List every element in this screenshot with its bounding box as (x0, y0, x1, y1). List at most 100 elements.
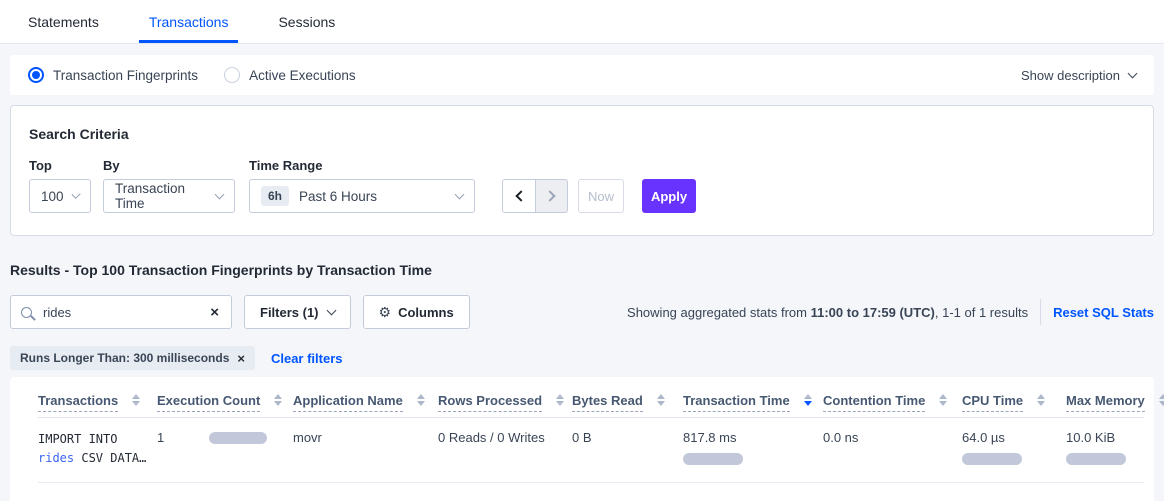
sort-icon (1037, 394, 1045, 406)
radio-active-executions[interactable]: Active Executions (224, 67, 356, 83)
cell-execution-count: 1 (157, 418, 293, 483)
application-name-value: movr (293, 430, 438, 446)
table-row: IMPORT INTO rides CSV DATA… 1 movr 0 Rea… (38, 418, 1144, 483)
radio-unselected-icon (224, 67, 240, 83)
search-box: × (10, 295, 232, 329)
column-header-bytes-read[interactable]: Bytes Read (572, 379, 683, 418)
search-criteria-card: Search Criteria Top 100 By Transaction T… (10, 105, 1154, 236)
results-table: Transactions Execution Count Application… (38, 379, 1144, 483)
clear-filters-link[interactable]: Clear filters (271, 351, 343, 366)
transaction-time-bar (683, 453, 743, 465)
sort-icon (274, 394, 282, 406)
now-button[interactable]: Now (578, 179, 624, 213)
top-tabs-bar: Statements Transactions Sessions (0, 0, 1164, 44)
time-range-value: Past 6 Hours (299, 189, 447, 204)
chevron-right-icon (544, 190, 555, 201)
radio-transaction-fingerprints[interactable]: Transaction Fingerprints (28, 67, 198, 83)
columns-button[interactable]: ⚙ Columns (363, 295, 470, 329)
reset-sql-stats-link[interactable]: Reset SQL Stats (1053, 305, 1154, 320)
chevron-down-icon (326, 305, 336, 315)
table-header-row: Transactions Execution Count Application… (38, 379, 1144, 418)
view-toggle-bar: Transaction Fingerprints Active Executio… (10, 55, 1154, 95)
radio-selected-icon (28, 67, 44, 83)
show-description-toggle[interactable]: Show description (1021, 68, 1136, 83)
chevron-down-icon (1128, 68, 1138, 78)
by-select[interactable]: Transaction Time (103, 179, 235, 213)
remove-filter-icon[interactable]: × (237, 352, 245, 365)
tab-transactions[interactable]: Transactions (139, 0, 239, 43)
chevron-down-icon (71, 189, 81, 199)
cell-contention-time: 0.0 ns (823, 418, 962, 483)
time-back-button[interactable] (503, 180, 535, 212)
chevron-down-icon (215, 189, 225, 199)
execution-count-bar (209, 432, 267, 444)
column-header-transaction-time[interactable]: Transaction Time (683, 379, 823, 418)
sort-icon (556, 394, 564, 406)
bytes-read-value: 0 B (572, 430, 683, 446)
cpu-time-bar (962, 453, 1022, 465)
time-range-field: Time Range 6h Past 6 Hours (249, 158, 475, 213)
column-header-execution-count[interactable]: Execution Count (157, 379, 293, 418)
sort-icon (657, 394, 665, 406)
column-header-max-memory[interactable]: Max Memory (1066, 379, 1144, 418)
contention-time-value: 0.0 ns (823, 430, 962, 446)
chevron-down-icon (455, 189, 465, 199)
aggregated-stats-text: Showing aggregated stats from 11:00 to 1… (627, 305, 1028, 320)
transaction-time-value: 817.8 ms (683, 430, 823, 446)
tab-statements[interactable]: Statements (18, 0, 109, 43)
filters-button[interactable]: Filters (1) (244, 295, 351, 329)
filter-pill-label: Runs Longer Than: 300 milliseconds (20, 351, 229, 365)
vertical-divider (1040, 299, 1041, 325)
max-memory-bar (1066, 453, 1126, 465)
by-label: By (103, 158, 235, 173)
cell-bytes-read: 0 B (572, 418, 683, 483)
column-header-application-name[interactable]: Application Name (293, 379, 438, 418)
time-forward-button[interactable] (535, 180, 567, 212)
results-title: Results - Top 100 Transaction Fingerprin… (10, 262, 1154, 278)
gear-icon: ⚙ (379, 304, 392, 321)
sort-icon (939, 394, 947, 406)
filter-pill: Runs Longer Than: 300 milliseconds × (10, 346, 255, 370)
sort-icon (417, 394, 425, 406)
cell-transaction-time: 817.8 ms (683, 418, 823, 483)
top-field: Top 100 (29, 158, 91, 213)
transactions-page: Statements Transactions Sessions Transac… (0, 0, 1164, 501)
execution-count-value: 1 (157, 430, 209, 445)
cell-cpu-time: 64.0 µs (962, 418, 1066, 483)
column-header-cpu-time[interactable]: CPU Time (962, 379, 1066, 418)
top-select[interactable]: 100 (29, 179, 91, 213)
time-nav-group (502, 179, 568, 213)
search-icon (21, 307, 32, 318)
search-input[interactable] (41, 304, 208, 321)
radio-label: Active Executions (249, 68, 356, 83)
by-field: By Transaction Time (103, 158, 235, 213)
apply-button[interactable]: Apply (642, 179, 696, 213)
column-header-contention-time[interactable]: Contention Time (823, 379, 962, 418)
table-name-highlight: rides (38, 451, 74, 465)
clear-search-icon[interactable]: × (208, 303, 221, 322)
top-label: Top (29, 158, 91, 173)
column-header-transactions[interactable]: Transactions (38, 379, 157, 418)
cell-application-name: movr (293, 418, 438, 483)
chevron-left-icon (515, 190, 526, 201)
view-radio-group: Transaction Fingerprints Active Executio… (28, 67, 382, 83)
search-criteria-controls: Top 100 By Transaction Time Time Range 6… (29, 158, 1135, 213)
rows-processed-value: 0 Reads / 0 Writes (438, 430, 572, 446)
top-select-value: 100 (41, 189, 64, 204)
show-description-label: Show description (1021, 68, 1120, 83)
results-table-card: Transactions Execution Count Application… (10, 377, 1154, 501)
filters-button-label: Filters (1) (260, 305, 319, 320)
sort-icon (1159, 394, 1164, 406)
time-range-label: Time Range (249, 158, 475, 173)
tab-sessions[interactable]: Sessions (268, 0, 345, 43)
transaction-fingerprint-link[interactable]: IMPORT INTO rides CSV DATA… (38, 430, 157, 468)
max-memory-value: 10.0 KiB (1066, 430, 1144, 446)
radio-label: Transaction Fingerprints (53, 68, 198, 83)
by-select-value: Transaction Time (115, 181, 207, 211)
column-header-rows-processed[interactable]: Rows Processed (438, 379, 572, 418)
cpu-time-value: 64.0 µs (962, 430, 1066, 446)
sort-icon (132, 394, 140, 406)
cell-rows-processed: 0 Reads / 0 Writes (438, 418, 572, 483)
time-range-select[interactable]: 6h Past 6 Hours (249, 179, 475, 213)
active-filters-row: Runs Longer Than: 300 milliseconds × Cle… (10, 346, 1154, 370)
